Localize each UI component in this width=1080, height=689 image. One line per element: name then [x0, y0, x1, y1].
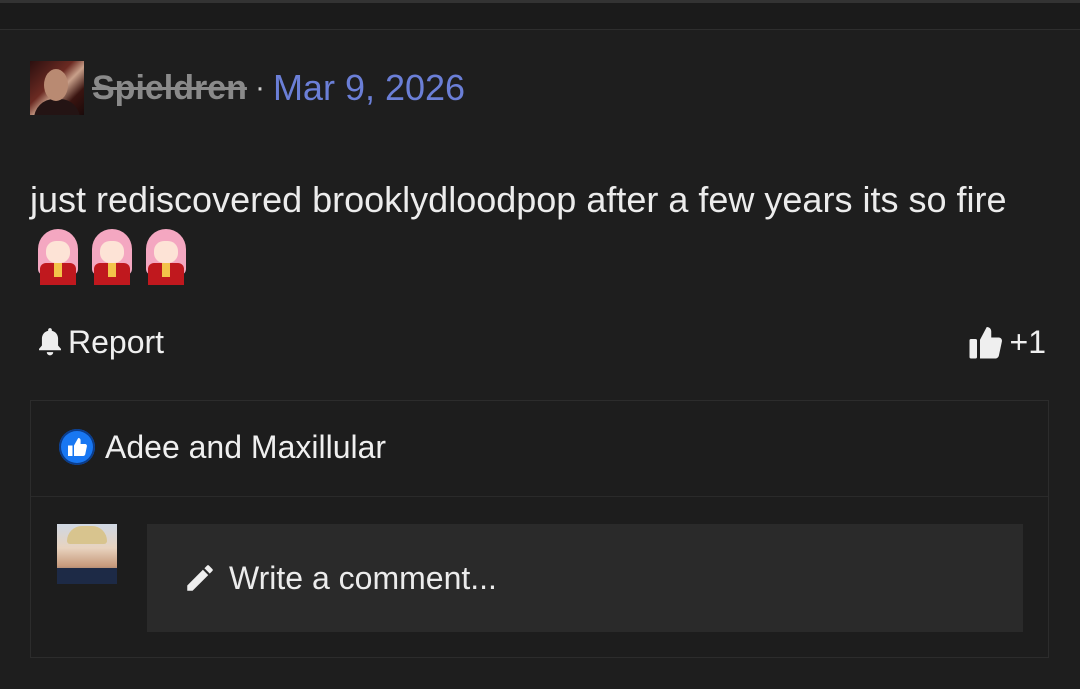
post-actions: Report +1 — [30, 318, 1048, 366]
bell-icon — [39, 328, 61, 356]
author-avatar[interactable] — [30, 61, 84, 115]
divider — [31, 496, 1048, 497]
liked-by-names: Adee and Maxillular — [105, 428, 387, 465]
top-divider-strip — [0, 0, 1080, 30]
post-text: just rediscovered brooklydloodpop after … — [30, 179, 1007, 220]
anime-girl-emoji-icon — [140, 229, 192, 285]
report-label: Report — [68, 323, 165, 360]
post-meta: Spieldren · Mar 9, 2026 — [30, 61, 465, 115]
liked-by-row[interactable]: Adee and Maxillular — [59, 427, 386, 467]
like-button[interactable]: +1 — [968, 318, 1046, 366]
author-username[interactable]: Spieldren — [92, 69, 247, 108]
pencil-icon — [187, 565, 213, 591]
post-body: just rediscovered brooklydloodpop after … — [30, 170, 1030, 288]
like-badge-icon — [59, 429, 95, 465]
current-user-avatar — [57, 524, 117, 584]
post-date-link[interactable]: Mar 9, 2026 — [273, 67, 465, 109]
reactions-panel: Adee and Maxillular Write a comment... — [30, 400, 1049, 658]
post-card: Spieldren · Mar 9, 2026 just rediscovere… — [0, 30, 1080, 689]
thumbs-up-icon — [969, 327, 1002, 359]
report-button[interactable]: Report — [36, 318, 164, 366]
anime-girl-emoji-icon — [32, 229, 84, 285]
anime-girl-emoji-icon — [86, 229, 138, 285]
comment-input[interactable]: Write a comment... — [147, 524, 1023, 632]
meta-separator: · — [254, 71, 265, 104]
comment-placeholder: Write a comment... — [229, 559, 497, 596]
like-count: +1 — [1009, 323, 1046, 360]
